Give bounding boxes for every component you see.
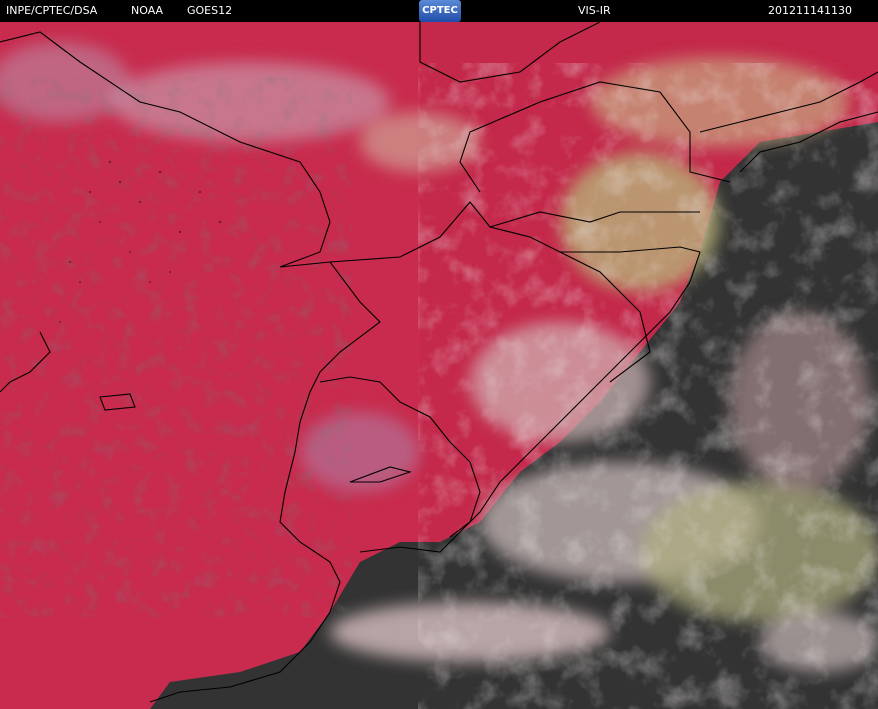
satellite-image — [0, 22, 878, 709]
timestamp-label: 201211141130 — [768, 4, 852, 17]
source-label: INPE/CPTEC/DSA — [6, 4, 98, 17]
agency-label: NOAA — [131, 4, 164, 17]
header-bar: INPE/CPTEC/DSA NOAA GOES12 CPTEC VIS-IR … — [0, 0, 878, 22]
satellite-label: GOES12 — [187, 4, 233, 17]
channel-label: VIS-IR — [578, 4, 611, 17]
cptec-logo: CPTEC — [419, 0, 461, 22]
